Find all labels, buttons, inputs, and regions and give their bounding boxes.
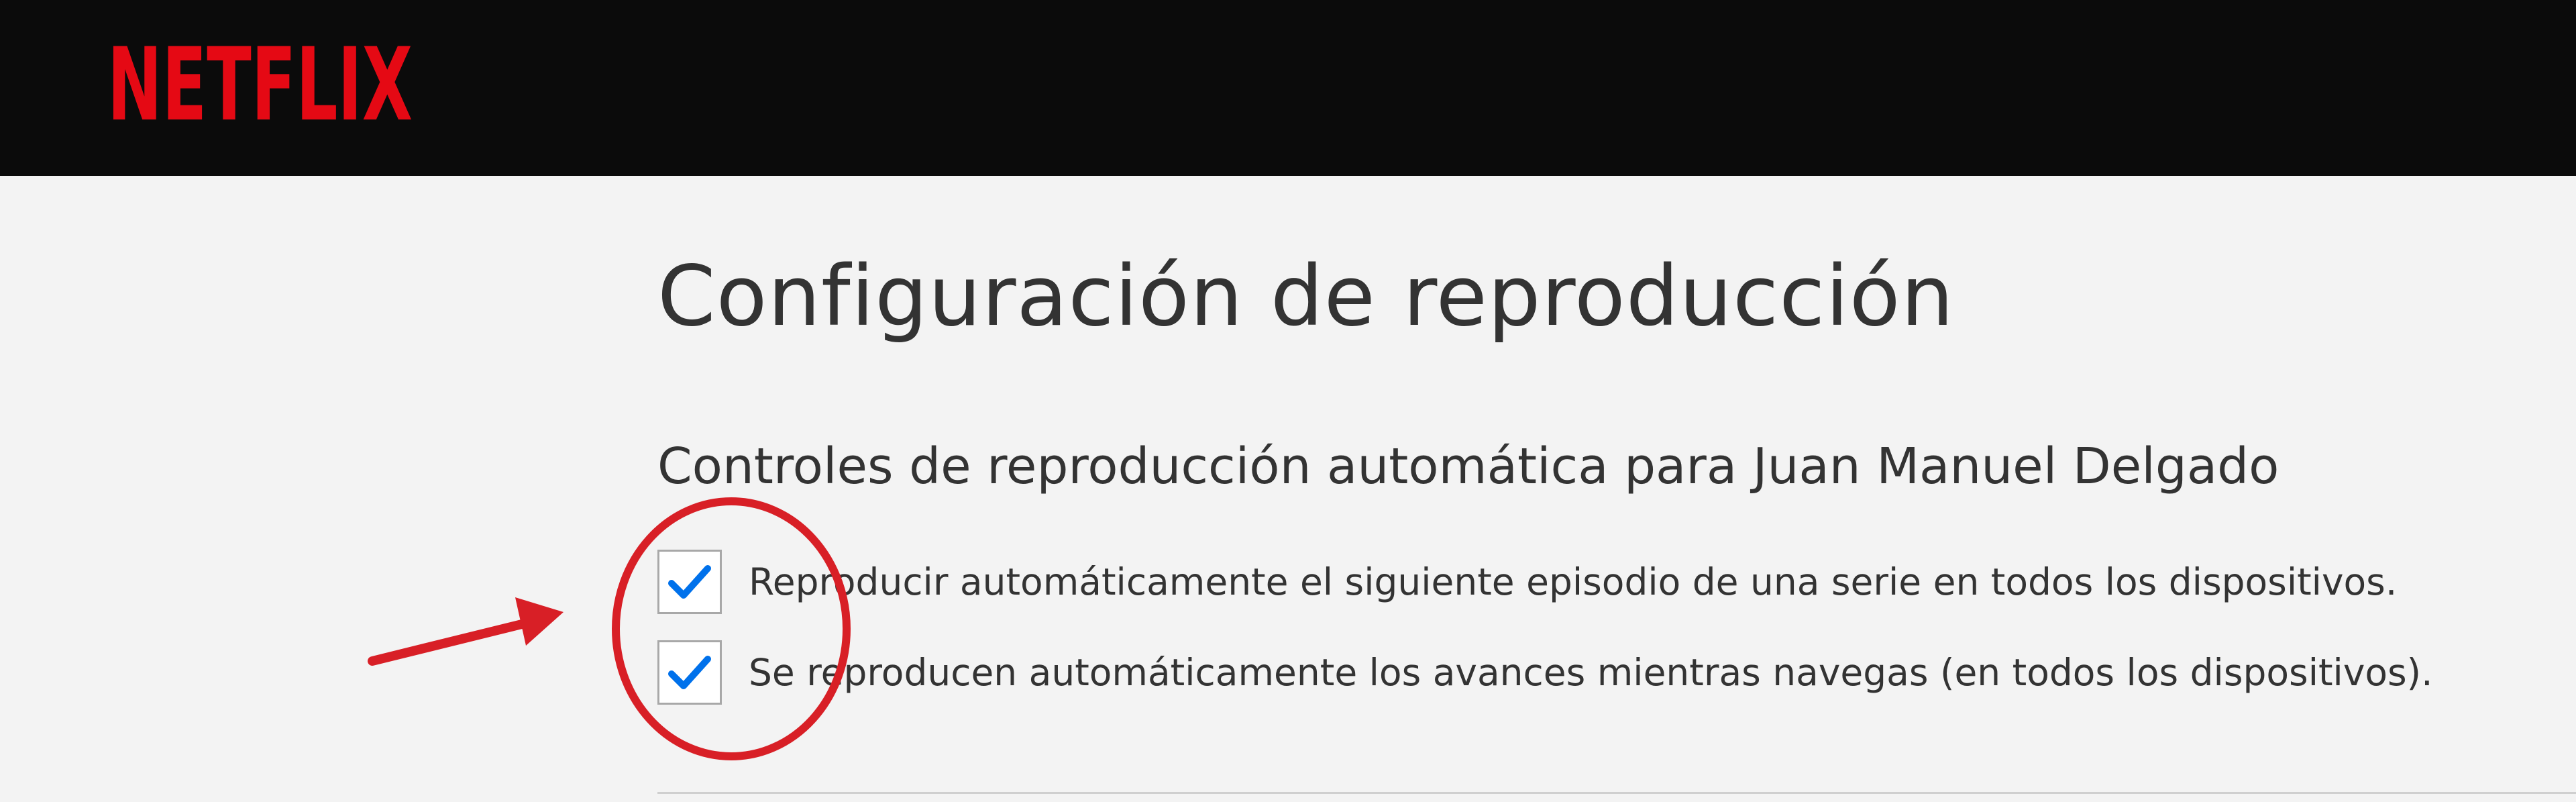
check-icon	[668, 656, 711, 689]
autoplay-next-episode-checkbox[interactable]	[657, 550, 722, 614]
header-bar: NETFLIX	[0, 0, 2576, 176]
autoplay-next-episode-option[interactable]: Reproducir automáticamente el siguiente …	[657, 548, 2397, 615]
netflix-logo[interactable]: NETFLIX	[107, 32, 416, 130]
check-icon	[668, 565, 711, 599]
autoplay-previews-label: Se reproducen automáticamente los avance…	[749, 651, 2433, 694]
arrow-icon	[368, 597, 564, 666]
page-title: Configuración de reproducción	[657, 248, 1955, 345]
circle-highlight	[612, 497, 851, 760]
autoplay-section-title: Controles de reproducción automática par…	[657, 438, 2279, 495]
autoplay-next-episode-label: Reproducir automáticamente el siguiente …	[749, 560, 2398, 603]
autoplay-previews-option[interactable]: Se reproducen automáticamente los avance…	[657, 639, 2433, 706]
section-divider	[657, 792, 2576, 794]
netflix-logo-text: NETFLIX	[107, 32, 413, 130]
autoplay-previews-checkbox[interactable]	[657, 640, 722, 705]
